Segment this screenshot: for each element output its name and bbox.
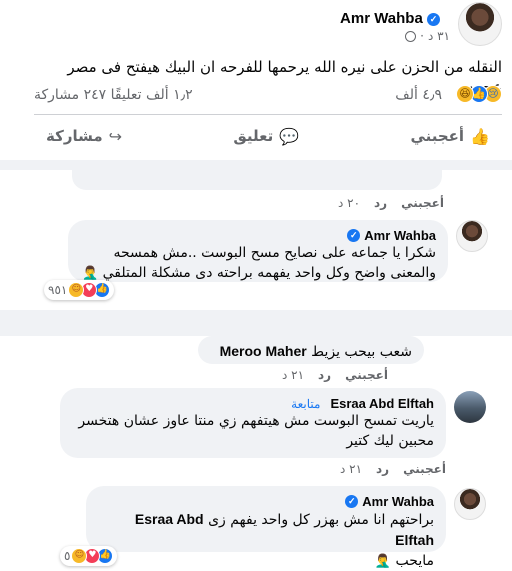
previous-comment-bubble bbox=[72, 170, 442, 190]
comments-section-top: أعجبني رد ٢٠ د ✓ Amr Wahba شكرا يا جماعه… bbox=[0, 170, 512, 310]
comment-avatar[interactable] bbox=[454, 391, 486, 423]
thumbs-up-icon: 👍 bbox=[470, 126, 490, 146]
comment-avatar[interactable] bbox=[454, 488, 486, 520]
comment-author[interactable]: متابعة Esraa Abd Elftah bbox=[72, 396, 434, 411]
comment-reply-button[interactable]: رد bbox=[374, 196, 387, 210]
post-stats: 😢 👍 😆 ٤٫٩ ألف ١٫٢ ألف تعليقًا ٢٤٧ مشاركة bbox=[34, 85, 502, 107]
comment-bubble: ✓ Amr Wahba شكرا يا جماعه على نصايح مسح … bbox=[68, 220, 448, 282]
comment-text-line: براحتهم انا مش بهزر كل واحد يفهم زى bbox=[208, 512, 434, 528]
divider bbox=[34, 114, 502, 115]
follow-button[interactable]: متابعة bbox=[291, 397, 320, 411]
post-author-avatar[interactable] bbox=[458, 2, 502, 46]
comment-text-line: ياريت تمسح البوست مش هيتفهم زي منتا عاوز… bbox=[78, 413, 434, 429]
share-button[interactable]: ↪ مشاركة bbox=[46, 121, 122, 151]
shares-count[interactable]: ٢٤٧ مشاركة bbox=[34, 87, 106, 103]
comment-time[interactable]: ٢٠ د bbox=[338, 196, 360, 210]
post-reaction-icons[interactable]: 😢 👍 😆 bbox=[456, 85, 502, 103]
comment-reply-button[interactable]: رد bbox=[318, 368, 331, 382]
post-reaction-count[interactable]: ٤٫٩ ألف bbox=[395, 87, 442, 103]
comment-time[interactable]: ٢١ د bbox=[340, 462, 362, 476]
comment-text-line: مايحب bbox=[395, 553, 434, 569]
share-arrow-icon: ↪ bbox=[108, 126, 123, 146]
facepalm-emoji: 🤦‍♂️ bbox=[82, 266, 99, 281]
comment-actions: أعجبني رد ٢١ د bbox=[340, 462, 446, 476]
post-author-label[interactable]: Amr Wahba bbox=[340, 10, 423, 27]
comment-reactions[interactable]: 👍 ♥ ☺ ٥ bbox=[60, 546, 118, 566]
like-button[interactable]: 👍 أعجبني bbox=[410, 121, 490, 151]
care-reaction-icon: ☺ bbox=[68, 282, 85, 298]
comments-count[interactable]: ١٫٢ ألف تعليقًا bbox=[111, 87, 193, 103]
previous-comment-actions: أعجبني رد ٢٠ د bbox=[338, 196, 444, 210]
comment-bubble: شعب بيحب يزيط Meroo Maher bbox=[198, 336, 424, 364]
comment-text-line: والمعنى واضح وكل واحد يفهمه براحته دى مش… bbox=[102, 265, 436, 281]
comments-section-bottom: شعب بيحب يزيط Meroo Maher أعجبني رد ٢١ د… bbox=[0, 336, 512, 571]
care-reaction-icon: ☺ bbox=[71, 548, 88, 564]
comment-author-label[interactable]: Amr Wahba bbox=[364, 228, 436, 243]
comment-author[interactable]: ✓ Amr Wahba bbox=[98, 494, 434, 509]
comment-like-button[interactable]: أعجبني bbox=[345, 368, 388, 382]
post-actions: 👍 أعجبني 💬 تعليق ↪ مشاركة bbox=[34, 121, 502, 151]
comment-actions: أعجبني رد ٢١ د bbox=[282, 368, 388, 382]
comment-mention-link[interactable]: Meroo Maher bbox=[220, 343, 307, 359]
comment-author-label[interactable]: Amr Wahba bbox=[362, 494, 434, 509]
comment-like-button[interactable]: أعجبني bbox=[403, 462, 446, 476]
verified-badge-icon: ✓ bbox=[345, 495, 359, 508]
post-author-name[interactable]: Amr Wahba ✓ bbox=[340, 10, 440, 27]
comment-reply-button[interactable]: رد bbox=[376, 462, 389, 476]
facepalm-emoji: 🤦‍♂️ bbox=[374, 554, 392, 569]
post-card: Amr Wahba ✓ ٣١ د · النقله من الحزن على ن… bbox=[0, 0, 512, 160]
speech-bubble-icon: 💬 bbox=[279, 126, 300, 146]
comments-shares: ١٫٢ ألف تعليقًا ٢٤٧ مشاركة bbox=[34, 87, 193, 103]
comment-button[interactable]: 💬 تعليق bbox=[233, 121, 299, 151]
comment-text-line: شكرا يا جماعه على نصايح مسح البوست ..مش … bbox=[113, 245, 436, 261]
comment-bubble: ✓ Amr Wahba براحتهم انا مش بهزر كل واحد … bbox=[86, 486, 446, 569]
comment-reactions[interactable]: 👍 ♥ ☺ ٩٥١ bbox=[44, 280, 115, 300]
like-label: أعجبني bbox=[410, 127, 465, 145]
comment-avatar[interactable] bbox=[456, 220, 488, 252]
comment-text: شعب بيحب يزيط Meroo Maher bbox=[210, 341, 412, 362]
verified-badge-icon: ✓ bbox=[427, 12, 440, 26]
comment-reaction-count: ٥ bbox=[64, 549, 71, 563]
globe-icon bbox=[405, 30, 417, 42]
comment-author[interactable]: ✓ Amr Wahba bbox=[80, 228, 436, 243]
comment-author-label[interactable]: Esraa Abd Elftah bbox=[330, 396, 434, 411]
comment-bubble: متابعة Esraa Abd Elftah ياريت تمسح البوس… bbox=[60, 388, 446, 458]
post-time[interactable]: ٣١ د bbox=[428, 29, 450, 43]
haha-reaction-icon: 😆 bbox=[456, 85, 474, 103]
comment-text: براحتهم انا مش بهزر كل واحد يفهم زى Esra… bbox=[98, 509, 434, 571]
comment-text-line: محبين ليك كتير bbox=[346, 433, 434, 449]
comment-text-line: شعب بيحب يزيط bbox=[311, 344, 412, 360]
comment-text: ياريت تمسح البوست مش هيتفهم زي منتا عاوز… bbox=[72, 411, 434, 451]
post-meta: ٣١ د · bbox=[405, 29, 450, 43]
share-label: مشاركة bbox=[46, 127, 103, 145]
comment-time[interactable]: ٢١ د bbox=[282, 368, 304, 382]
verified-badge-icon: ✓ bbox=[347, 229, 361, 242]
comment-label: تعليق bbox=[233, 127, 274, 145]
comment-text: شكرا يا جماعه على نصايح مسح البوست ..مش … bbox=[80, 243, 436, 284]
comment-like-button[interactable]: أعجبني bbox=[401, 196, 444, 210]
comment-reaction-count: ٩٥١ bbox=[48, 283, 68, 297]
